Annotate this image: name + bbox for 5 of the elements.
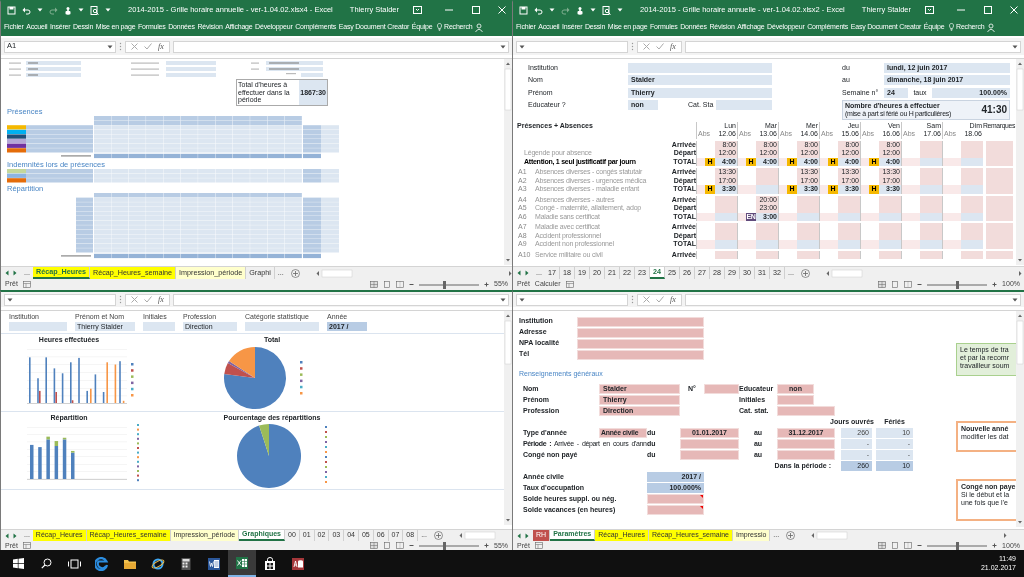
insert-function-button[interactable]: fx bbox=[670, 294, 676, 305]
insert-function-button[interactable]: fx bbox=[670, 41, 676, 52]
summary-value: 41:30 bbox=[980, 103, 1008, 118]
insert-function-button[interactable]: fx bbox=[158, 294, 164, 305]
insert-function-button[interactable]: fx bbox=[158, 41, 164, 52]
